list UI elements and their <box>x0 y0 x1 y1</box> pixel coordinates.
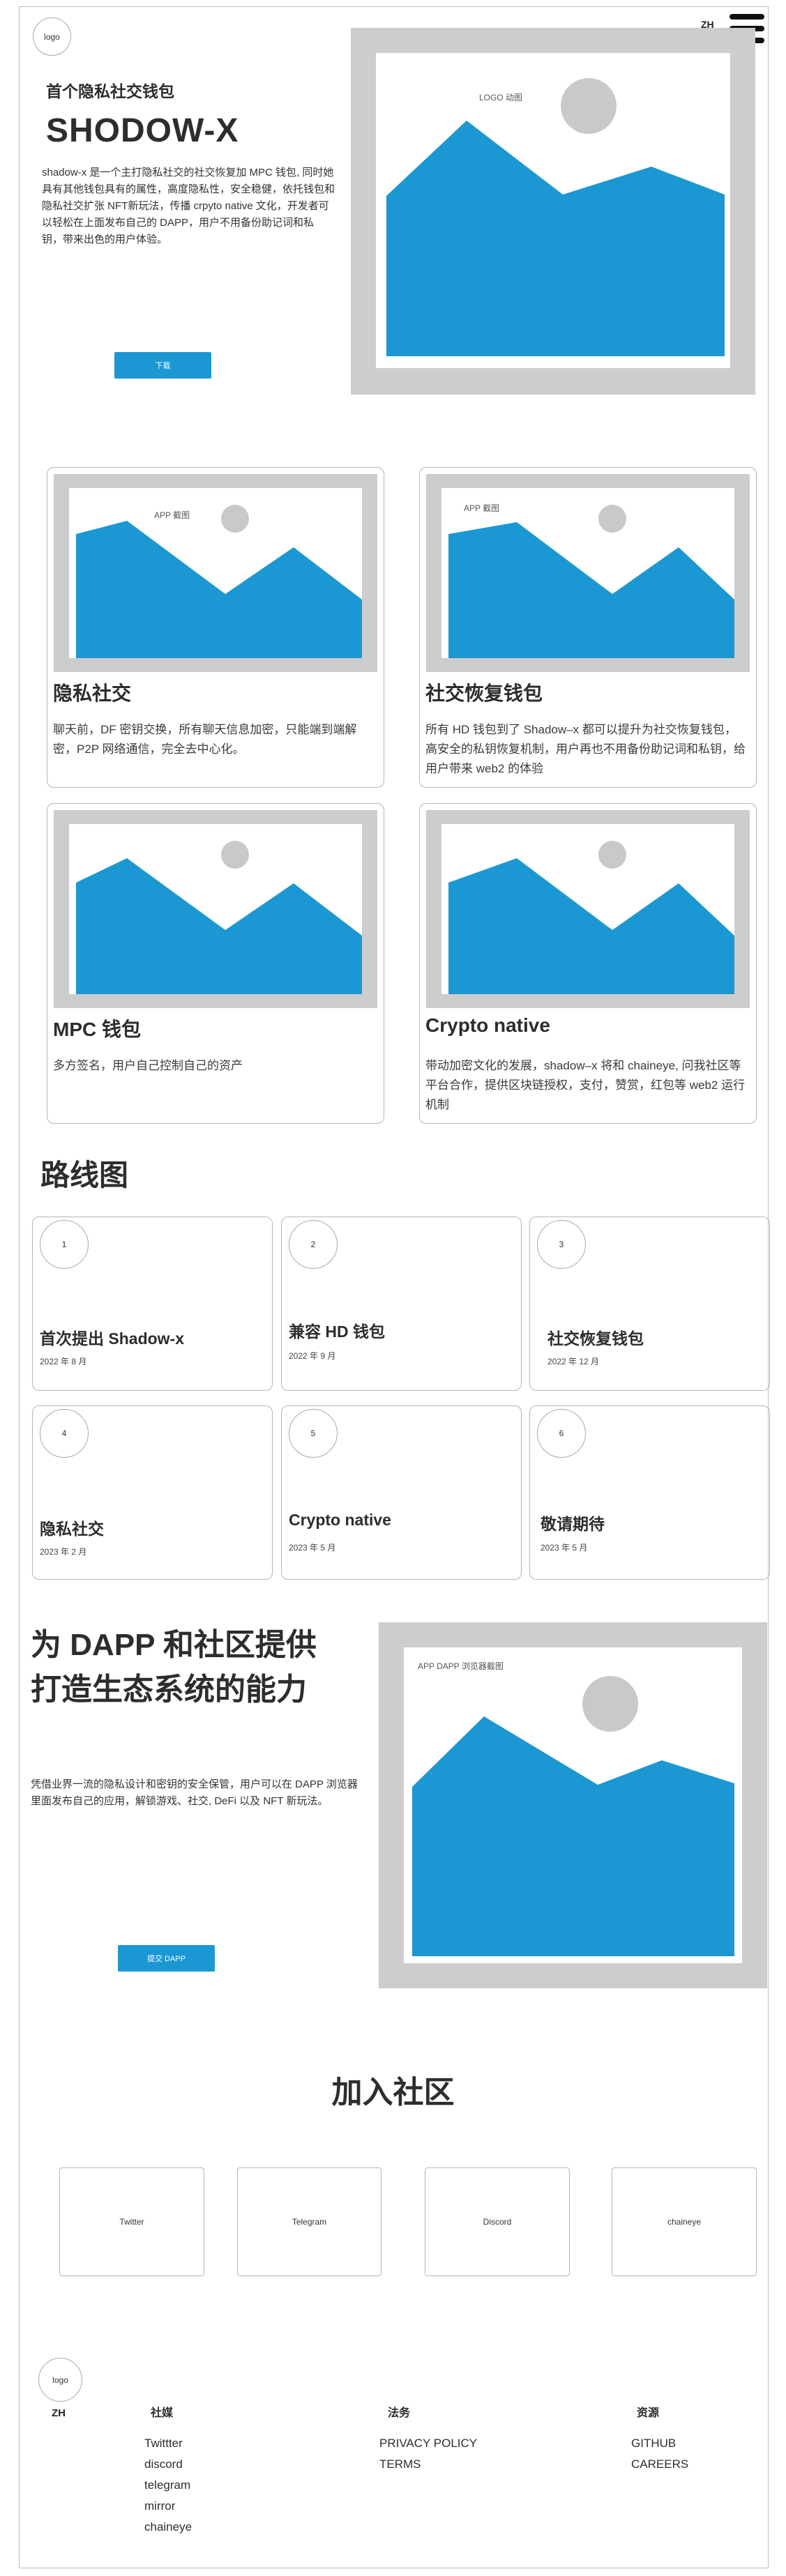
feature-image: APP 截图 <box>54 474 377 672</box>
hero-image-caption: LOGO 动图 <box>479 93 523 102</box>
download-button[interactable]: 下载 <box>114 352 211 379</box>
feature-image <box>426 810 750 1008</box>
footer-link-telegram[interactable]: telegram <box>144 2478 190 2492</box>
logo-text: logo <box>44 31 60 42</box>
chaineye-link[interactable]: chaineye <box>612 2167 757 2276</box>
roadmap-step-date: 2022 年 9 月 <box>289 1351 336 1361</box>
image-placeholder-icon <box>76 505 362 658</box>
footer-link-terms[interactable]: TERMS <box>379 2457 421 2471</box>
roadmap-title: 路线图 <box>40 1159 129 1191</box>
discord-link[interactable]: Discord <box>425 2167 570 2276</box>
feature-title: 社交恢复钱包 <box>425 683 543 704</box>
telegram-link[interactable]: Telegram <box>237 2167 381 2276</box>
feature-description: 所有 HD 钱包到了 Shadow–x 都可以提升为社交恢复钱包，高安全的私钥恢… <box>425 723 746 775</box>
hero-description: shadow-x 是一个主打隐私社交的社交恢复加 MPC 钱包, 同时她具有其他… <box>42 167 335 245</box>
feature-card-social-recovery: APP 截图 社交恢复钱包 所有 HD 钱包到了 Shadow–x 都可以提升为… <box>419 467 757 788</box>
dapp-title-line-1: 为 DAPP 和社区提供 <box>31 1628 317 1662</box>
hero-title: SHODOW-X <box>46 112 239 149</box>
feature-title: Crypto native <box>425 1014 550 1036</box>
footer-column-resources-head: 资源 <box>637 2407 660 2419</box>
feature-title: MPC 钱包 <box>53 1019 142 1040</box>
logo[interactable]: logo <box>33 17 71 56</box>
image-placeholder-icon <box>76 841 362 994</box>
roadmap-step-number: 2 <box>289 1220 338 1269</box>
feature-card-private-social: APP 截图 隐私社交 聊天前，DF 密钥交换，所有聊天信息加密，只能端到端解密… <box>47 467 384 788</box>
footer-link-mirror[interactable]: mirror <box>144 2499 175 2513</box>
roadmap-step-date: 2022 年 8 月 <box>40 1357 87 1366</box>
roadmap-card: 6 敬请期待 2023 年 5 月 <box>529 1405 770 1580</box>
roadmap-step-number: 4 <box>40 1409 89 1458</box>
roadmap-card: 4 隐私社交 2023 年 2 月 <box>32 1405 273 1580</box>
roadmap-step-date: 2023 年 5 月 <box>541 1543 588 1553</box>
feature-image <box>54 810 377 1008</box>
community-title: 加入社区 <box>331 2075 455 2110</box>
feature-card-crypto-native: Crypto native 带动加密文化的发展，shadow–x 将和 chai… <box>419 803 757 1124</box>
footer-lang[interactable]: ZH <box>52 2407 66 2419</box>
roadmap-step-title: 兼容 HD 钱包 <box>289 1323 385 1341</box>
roadmap-step-number: 6 <box>537 1409 586 1458</box>
feature-image-caption: APP 截图 <box>464 503 500 513</box>
roadmap-step-title: 首次提出 Shadow-x <box>40 1329 185 1348</box>
dapp-title: 为 DAPP 和社区提供 打造生态系统的能力 <box>31 1623 317 1712</box>
feature-image-caption: APP 截图 <box>154 510 190 520</box>
roadmap-step-date: 2023 年 2 月 <box>40 1547 87 1557</box>
roadmap-step-title: 社交恢复钱包 <box>547 1329 644 1348</box>
feature-title: 隐私社交 <box>53 683 132 704</box>
dapp-description: 凭借业界一流的隐私设计和密钥的安全保管，用户可以在 DAPP 浏览器里面发布自己… <box>31 1778 358 1807</box>
footer-logo[interactable]: logo <box>38 2358 82 2402</box>
roadmap-step-number: 5 <box>289 1409 338 1458</box>
feature-image: APP 截图 <box>426 474 750 672</box>
footer-link-privacy-policy[interactable]: PRIVACY POLICY <box>379 2437 477 2451</box>
roadmap-step-title: 隐私社交 <box>40 1520 104 1538</box>
footer-link-twitter[interactable]: Twittter <box>144 2437 183 2451</box>
roadmap-card: 3 社交恢复钱包 2022 年 12 月 <box>529 1217 770 1391</box>
image-placeholder-icon <box>386 78 725 356</box>
submit-dapp-button[interactable]: 提交 DAPP <box>118 1945 215 1972</box>
feature-card-mpc-wallet: MPC 钱包 多方签名，用户自己控制自己的资产 <box>47 803 384 1124</box>
roadmap-card: 1 首次提出 Shadow-x 2022 年 8 月 <box>32 1217 273 1391</box>
roadmap-card: 5 Crypto native 2023 年 5 月 <box>281 1405 522 1580</box>
image-placeholder-icon <box>412 1676 734 1956</box>
feature-description: 聊天前，DF 密钥交换，所有聊天信息加密，只能端到端解密，P2P 网络通信，完全… <box>53 723 357 756</box>
feature-description: 带动加密文化的发展，shadow–x 将和 chaineye, 问我社区等平台合… <box>425 1059 746 1111</box>
footer-link-discord[interactable]: discord <box>144 2457 183 2471</box>
footer-column-social-head: 社媒 <box>151 2407 174 2419</box>
footer-link-github[interactable]: GITHUB <box>631 2437 676 2451</box>
footer-link-careers[interactable]: CAREERS <box>631 2457 688 2471</box>
roadmap-card: 2 兼容 HD 钱包 2022 年 9 月 <box>281 1217 522 1391</box>
roadmap-step-title: Crypto native <box>289 1511 391 1529</box>
hero-image: LOGO 动图 <box>351 28 755 395</box>
footer-column-legal-head: 法务 <box>388 2407 411 2419</box>
twitter-link[interactable]: Twitter <box>59 2167 204 2276</box>
roadmap-step-date: 2022 年 12 月 <box>547 1357 600 1366</box>
roadmap-step-date: 2023 年 5 月 <box>289 1543 336 1553</box>
dapp-image-caption: APP DAPP 浏览器截图 <box>418 1661 504 1671</box>
dapp-image: APP DAPP 浏览器截图 <box>379 1622 767 1988</box>
feature-description: 多方签名，用户自己控制自己的资产 <box>53 1059 243 1072</box>
hero-subtitle: 首个隐私社交钱包 <box>46 82 174 100</box>
roadmap-step-number: 3 <box>537 1220 586 1269</box>
footer-logo-text: logo <box>52 2375 68 2385</box>
footer-link-chaineye[interactable]: chaineye <box>144 2520 192 2534</box>
dapp-title-line-2: 打造生态系统的能力 <box>31 1672 307 1707</box>
roadmap-step-title: 敬请期待 <box>541 1515 605 1533</box>
roadmap-step-number: 1 <box>40 1220 89 1269</box>
image-placeholder-icon <box>448 841 734 994</box>
